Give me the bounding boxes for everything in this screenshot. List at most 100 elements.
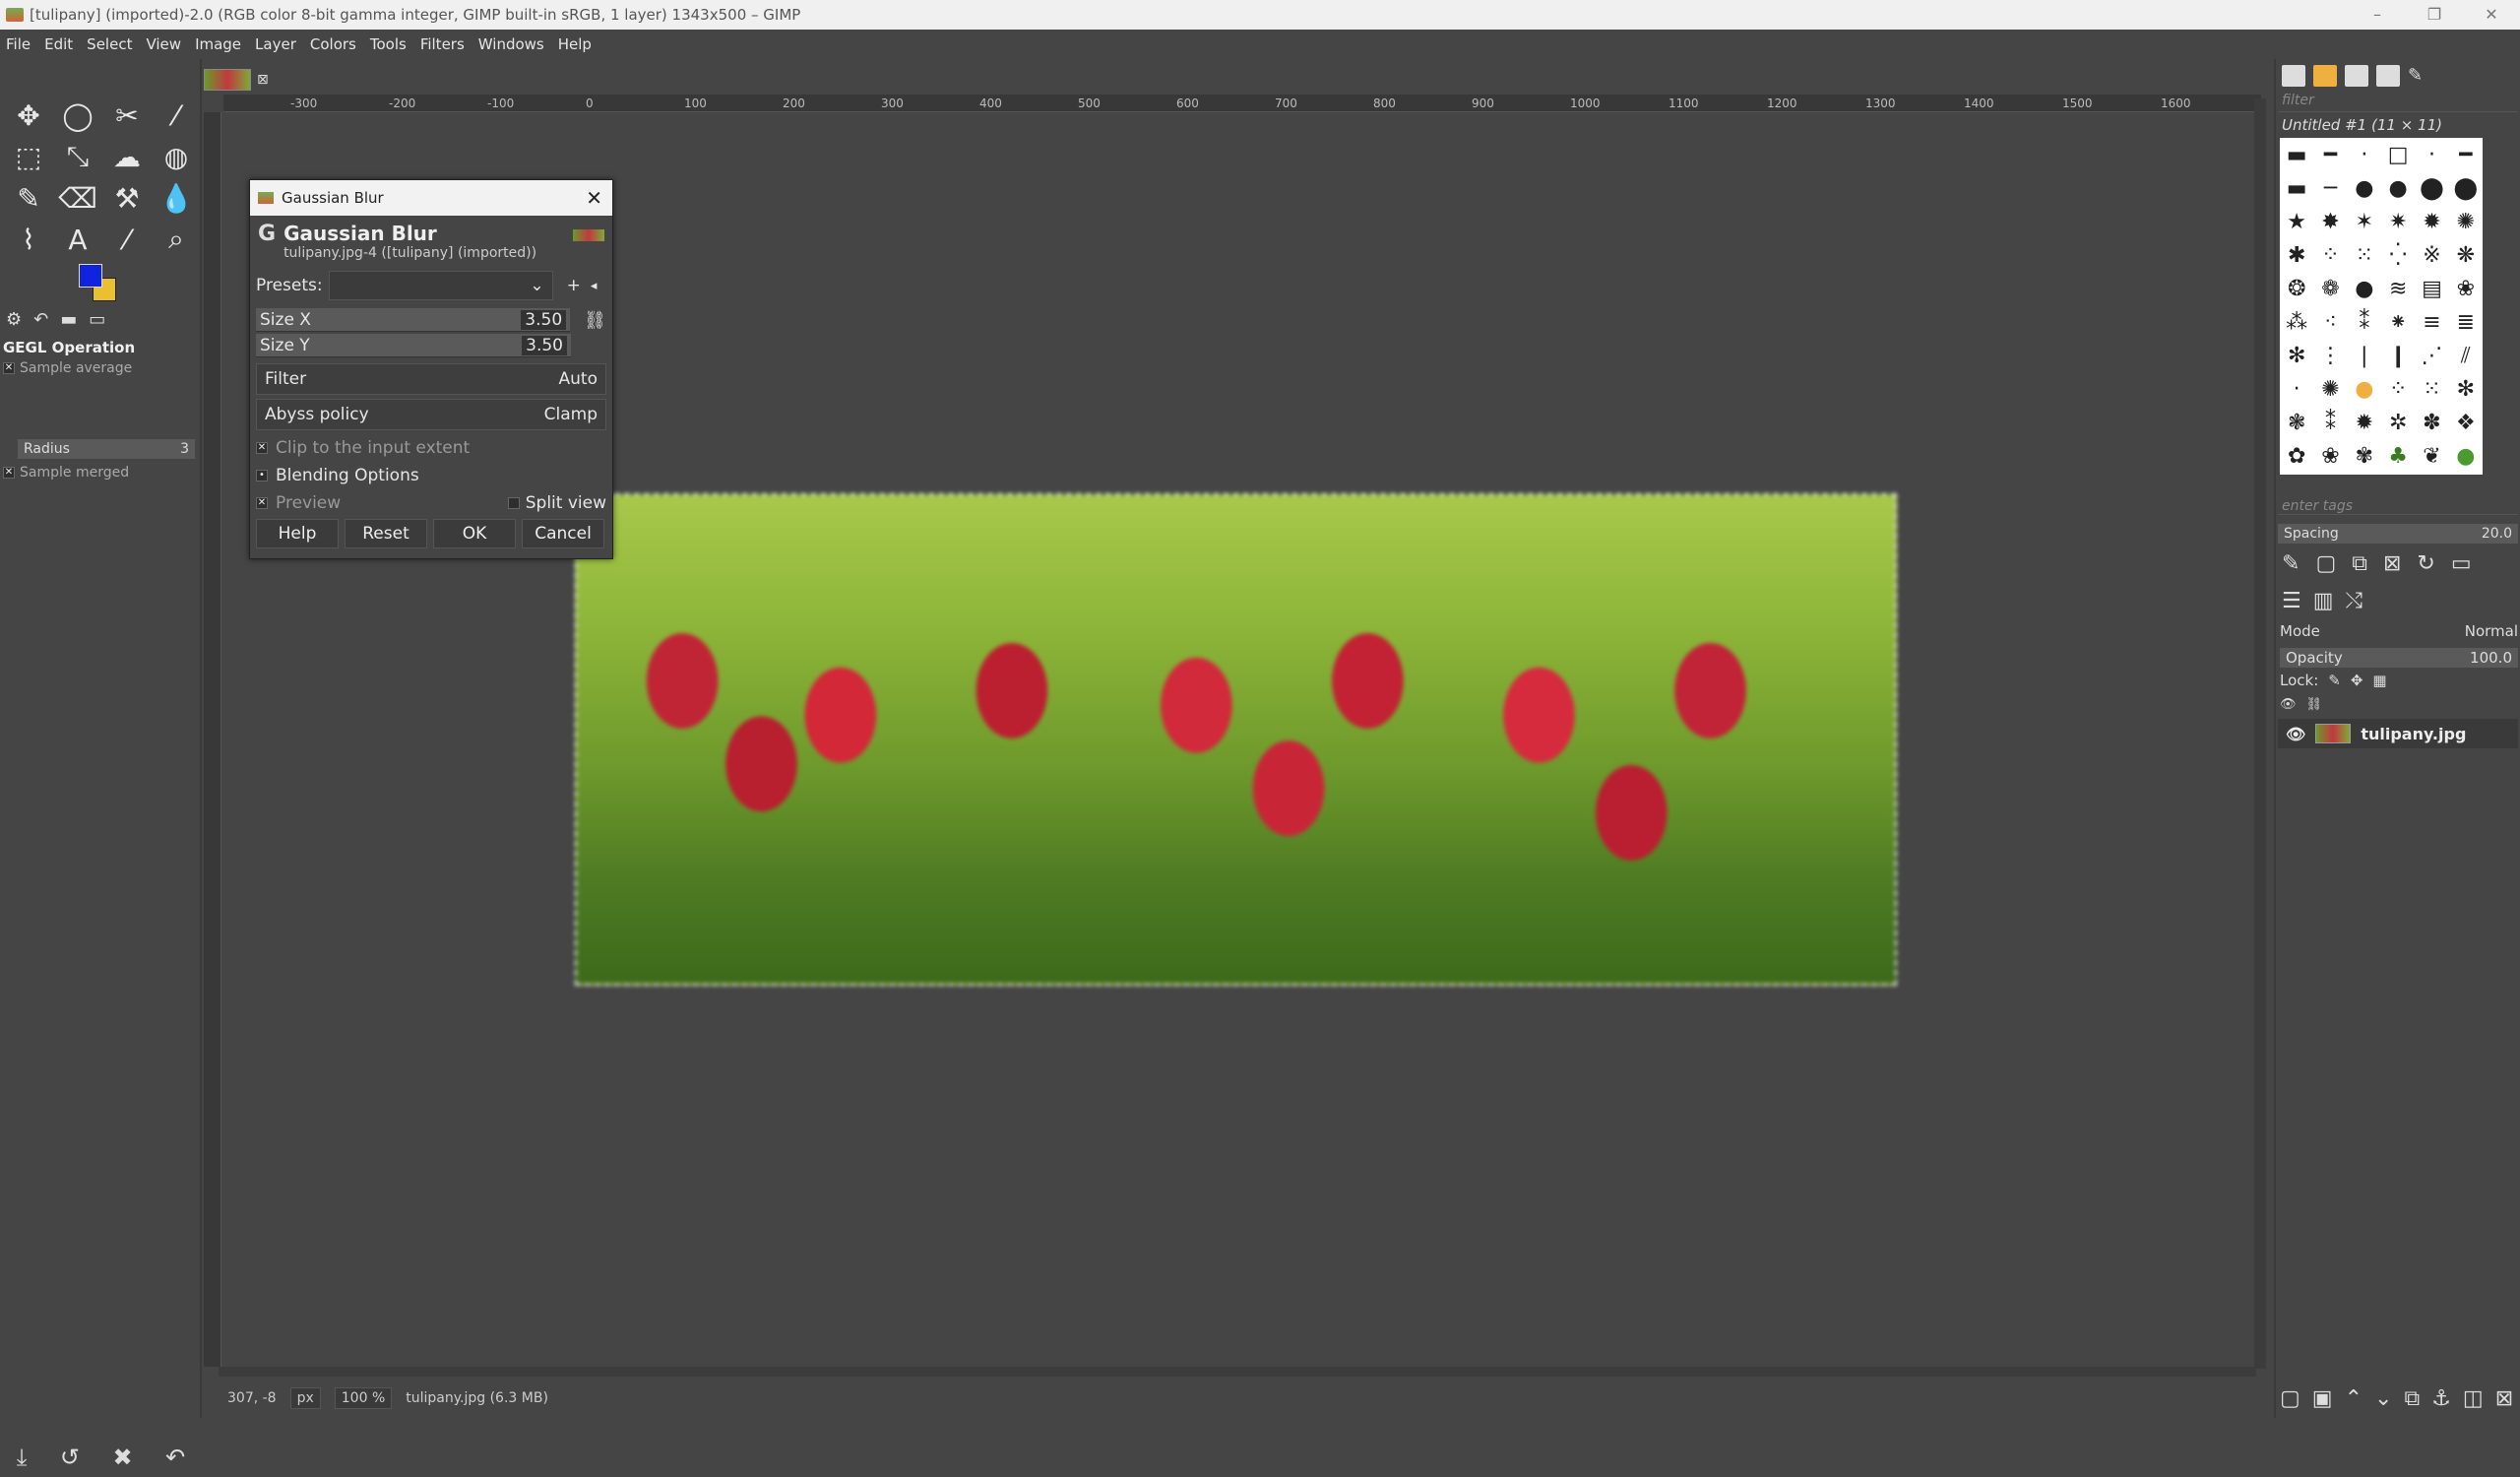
brush-item[interactable]: ● [2381,171,2415,205]
brush-item[interactable]: ❂ [2280,272,2313,305]
document-history-tab-icon[interactable] [2376,65,2400,87]
tulip-image-canvas[interactable] [575,493,1897,986]
sample-average-option[interactable]: ✕ Sample average [3,360,132,376]
patterns-tab-icon[interactable] [2313,65,2337,87]
image-tab-thumbnail[interactable] [204,69,251,91]
help-button[interactable]: Help [256,519,339,548]
add-preset-icon[interactable]: + [567,276,581,295]
lasso-tool-icon[interactable]: ◯ [53,95,102,136]
paintbrush-tab-icon[interactable]: ✎ [2408,65,2431,87]
brush-item[interactable]: ❁ [2313,272,2347,305]
brush-item[interactable]: ❋ [2449,238,2483,272]
bucket-fill-tool-icon[interactable]: ◍ [152,136,201,177]
lock-alpha-icon[interactable]: ▦ [2372,672,2386,689]
menu-view[interactable]: View [146,35,181,53]
vertical-scrollbar[interactable] [2254,98,2266,1369]
delete-brush-icon[interactable]: ⊠ [2383,551,2401,576]
brush-item[interactable]: ⋮ [2313,339,2347,372]
brush-item[interactable]: · [2348,138,2381,171]
scale-tool-icon[interactable]: ⤡ [53,136,102,177]
brush-item[interactable]: · [2415,138,2448,171]
brush-item[interactable]: ❦ [2415,439,2448,473]
paintbrush-tool-icon[interactable]: ✎ [4,177,53,219]
brush-item[interactable]: ✸ [2313,205,2347,238]
size-x-value[interactable]: 3.50 [521,309,567,330]
menu-filters[interactable]: Filters [420,35,465,53]
brush-item[interactable]: ━ [2313,138,2347,171]
menu-image[interactable]: Image [195,35,241,53]
move-tool-icon[interactable]: ✥ [4,95,53,136]
brush-item[interactable]: ⁙ [2415,372,2448,406]
brush-item[interactable]: ⁖ [2313,305,2347,339]
brush-item[interactable]: ❀ [2449,272,2483,305]
delete-options-icon[interactable]: ✖ [113,1444,133,1471]
new-group-icon[interactable]: ▣ [2312,1386,2333,1411]
brush-item[interactable]: ✿ [2280,439,2313,473]
restore-options-icon[interactable]: ↺ [60,1444,80,1471]
layer-row[interactable]: 👁 tulipany.jpg [2278,719,2518,748]
paths-tab-icon[interactable]: ⤭ [2346,589,2363,613]
opacity-value[interactable]: 100.0 [2470,649,2512,667]
smudge-tool-icon[interactable]: 💧 [152,177,201,219]
filter-combo[interactable]: Filter Auto [256,363,606,395]
brush-item[interactable]: ❃ [2280,406,2313,439]
zoom-select[interactable]: 100 % [334,1387,393,1409]
open-brush-folder-icon[interactable]: ▭ [2451,551,2472,576]
menu-file[interactable]: File [6,35,31,53]
brush-item[interactable]: ⁑ [2313,406,2347,439]
mode-select[interactable]: Normal [2465,622,2518,640]
crop-tool-icon[interactable]: ⬚ [4,136,53,177]
split-view-checkbox[interactable] [507,497,520,509]
duplicate-brush-icon[interactable]: ⧉ [2352,551,2367,576]
abyss-policy-combo[interactable]: Abyss policy Clamp [256,399,606,430]
reset-button[interactable]: Reset [345,519,427,548]
anchor-layer-icon[interactable]: ⚓ [2431,1386,2451,1411]
save-options-icon[interactable]: ⤓ [17,1444,28,1471]
menu-help[interactable]: Help [558,35,592,53]
brush-item[interactable]: ⬤ [2449,171,2483,205]
fonts-tab-icon[interactable] [2345,65,2368,87]
brush-grid[interactable]: ▬ ━ · □ · ━ ▬ ─ ● ● ⬤ ⬤ ★ ✸ ✶ ✷ ✹ ✺ ✱ ⁘ ⁙ ⁛ ※ ❋ ❂ ❁ ● ≋ ▤ ❀ ⁂ ⁖ ⁑ ⁕ ≡… [2280,138,2483,475]
brush-item[interactable]: ⁘ [2313,238,2347,272]
brush-item[interactable]: ─ [2313,171,2347,205]
spacing-value[interactable]: 20.0 [2482,526,2512,542]
brush-item[interactable]: ✹ [2415,205,2448,238]
brush-item[interactable]: ━ [2449,138,2483,171]
warp-tool-icon[interactable]: ☁ [102,136,152,177]
brush-item[interactable]: ✶ [2348,205,2381,238]
brush-item[interactable]: ▬ [2280,171,2313,205]
undo-history-tab-icon[interactable]: ↶ [33,309,48,331]
foreground-color-swatch[interactable] [79,264,102,288]
presets-combo[interactable]: ⌄ [328,271,553,300]
zoom-tool-icon[interactable]: ⌕ [152,219,201,260]
duplicate-layer-icon[interactable]: ⧉ [2404,1386,2420,1411]
fuzzy-select-tool-icon[interactable]: ⁄ [152,95,201,136]
lock-position-icon[interactable]: ✥ [2351,672,2363,689]
clone-tool-icon[interactable]: ⚒ [102,177,152,219]
size-y-value[interactable]: 3.50 [522,335,567,355]
clip-option[interactable]: ✕ Clip to the input extent [256,438,606,458]
minimize-button[interactable]: – [2349,0,2406,30]
paths-tool-icon[interactable]: ⌇ [4,219,53,260]
blending-options-row[interactable]: • Blending Options [256,466,606,485]
maximize-button[interactable]: ❐ [2406,0,2463,30]
brush-item[interactable]: ⁑ [2348,305,2381,339]
clip-checkbox[interactable]: ✕ [256,442,268,454]
menu-colors[interactable]: Colors [310,35,356,53]
channels-tab-icon[interactable]: ▥ [2313,589,2334,613]
brush-item[interactable]: ● [2348,171,2381,205]
brush-item[interactable]: ※ [2415,238,2448,272]
brush-tags-input[interactable]: enter tags [2278,498,2518,515]
brush-item[interactable]: ★ [2280,205,2313,238]
brush-item[interactable]: ⁙ [2348,238,2381,272]
brush-item[interactable]: ⋰ [2415,339,2448,372]
brush-item[interactable]: ♣ [2381,439,2415,473]
delete-layer-icon[interactable]: ⊠ [2495,1386,2513,1411]
images-tab-icon[interactable]: ▬ [60,309,77,331]
layers-tab-icon[interactable]: ☰ [2282,589,2301,613]
size-x-slider[interactable]: Size X 3.50 [256,308,571,332]
brush-item[interactable]: ⬤ [2415,171,2448,205]
brush-item[interactable]: ● [2348,372,2381,406]
brush-item[interactable]: ≋ [2381,272,2415,305]
raise-layer-icon[interactable]: ⌃ [2345,1386,2362,1411]
